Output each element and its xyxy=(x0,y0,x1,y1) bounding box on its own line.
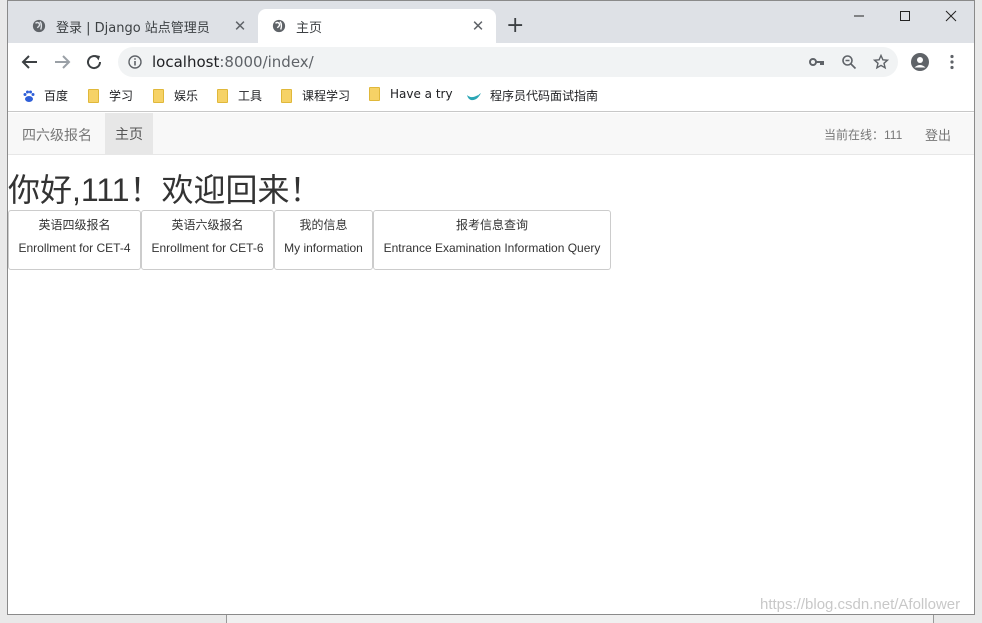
close-window-icon[interactable] xyxy=(928,1,974,31)
bookmark-label: 课程学习 xyxy=(302,89,351,103)
globe-icon xyxy=(32,19,46,33)
back-arrow-icon[interactable] xyxy=(18,50,42,74)
new-tab-icon[interactable]: + xyxy=(506,15,524,37)
folder-icon xyxy=(281,88,292,103)
baidu-paw-icon xyxy=(23,90,35,102)
tab-strip: 登录 | Django 站点管理员 ✕ 主页 ✕ + xyxy=(8,1,974,43)
bookmark-label: Have a try xyxy=(390,87,453,101)
bookmark-folder-entertainment[interactable]: 娱乐 xyxy=(153,87,198,104)
bookmark-folder-have-a-try[interactable]: Have a try xyxy=(369,87,453,101)
browser-toolbar: localhost:8000/index/ xyxy=(8,43,974,80)
account-icon[interactable] xyxy=(908,50,932,74)
url-text[interactable]: localhost:8000/index/ xyxy=(152,53,314,71)
address-bar[interactable]: localhost:8000/index/ xyxy=(118,47,898,77)
bookmark-label: 学习 xyxy=(109,89,134,103)
reload-icon[interactable] xyxy=(82,50,106,74)
minimize-icon[interactable] xyxy=(836,1,882,31)
folder-icon xyxy=(217,88,228,103)
cet4-enroll-button[interactable]: 英语四级报名 Enrollment for CET-4 xyxy=(8,210,141,270)
folder-icon xyxy=(153,88,164,103)
welcome-heading: 你好,111！欢迎回来！ xyxy=(8,172,322,208)
bookmark-folder-tools[interactable]: 工具 xyxy=(217,87,262,104)
card-title-en: Enrollment for CET-4 xyxy=(18,241,131,255)
bookmark-label: 娱乐 xyxy=(174,89,199,103)
zoom-icon[interactable] xyxy=(840,53,858,71)
card-title-zh: 报考信息查询 xyxy=(455,218,528,232)
navbar-brand[interactable]: 四六级报名 xyxy=(22,125,92,145)
info-icon[interactable] xyxy=(128,55,142,69)
bookmark-label: 百度 xyxy=(44,89,69,103)
tab-title: 登录 | Django 站点管理员 xyxy=(56,20,210,36)
url-host: localhost xyxy=(152,53,220,71)
site-navbar: 四六级报名 主页 当前在线：111 登出 xyxy=(8,113,974,155)
folder-icon xyxy=(369,87,380,101)
card-title-zh: 英语六级报名 xyxy=(171,218,244,232)
bird-icon xyxy=(467,92,481,100)
bookmarks-bar: 百度 学习 娱乐 工具 课程学习 Have a try 程序员代码面试指南 xyxy=(8,80,974,112)
key-icon[interactable] xyxy=(808,53,826,71)
exam-info-query-button[interactable]: 报考信息查询 Entrance Examination Information … xyxy=(373,210,611,270)
logout-link[interactable]: 登出 xyxy=(925,125,951,144)
bookmark-folder-courses[interactable]: 课程学习 xyxy=(281,87,350,104)
card-title-en: My information xyxy=(284,241,363,255)
card-title-en: Enrollment for CET-6 xyxy=(151,241,264,255)
bookmark-label: 工具 xyxy=(238,89,263,103)
background-window-edge xyxy=(226,615,934,623)
bookmark-label: 程序员代码面试指南 xyxy=(490,89,599,103)
tab-title: 主页 xyxy=(296,20,323,36)
tab-home[interactable]: 主页 ✕ xyxy=(258,9,496,43)
card-title-en: Entrance Examination Information Query xyxy=(383,241,601,255)
cet6-enroll-button[interactable]: 英语六级报名 Enrollment for CET-6 xyxy=(141,210,274,270)
nav-item-home[interactable]: 主页 xyxy=(105,113,153,154)
globe-icon xyxy=(272,19,286,33)
close-tab-icon[interactable]: ✕ xyxy=(232,17,248,35)
card-title-zh: 英语四级报名 xyxy=(38,218,111,232)
bookmark-baidu[interactable]: 百度 xyxy=(22,87,68,104)
bookmark-folder-study[interactable]: 学习 xyxy=(88,87,133,104)
maximize-icon[interactable] xyxy=(882,1,928,31)
forward-arrow-icon[interactable] xyxy=(50,50,74,74)
my-information-button[interactable]: 我的信息 My information xyxy=(274,210,373,270)
folder-icon xyxy=(88,88,99,103)
tab-django-login[interactable]: 登录 | Django 站点管理员 ✕ xyxy=(18,9,258,43)
watermark: https://blog.csdn.net/Afollower xyxy=(760,596,961,613)
online-count: 当前在线：111 xyxy=(824,128,903,142)
browser-window: 登录 | Django 站点管理员 ✕ 主页 ✕ + localhost:800… xyxy=(7,0,975,615)
menu-kebab-icon[interactable] xyxy=(940,50,964,74)
card-title-zh: 我的信息 xyxy=(299,218,348,232)
bookmark-coding-guide[interactable]: 程序员代码面试指南 xyxy=(466,87,598,104)
star-icon[interactable] xyxy=(872,53,890,71)
url-path: :8000/index/ xyxy=(219,53,314,71)
close-tab-icon[interactable]: ✕ xyxy=(470,17,486,35)
